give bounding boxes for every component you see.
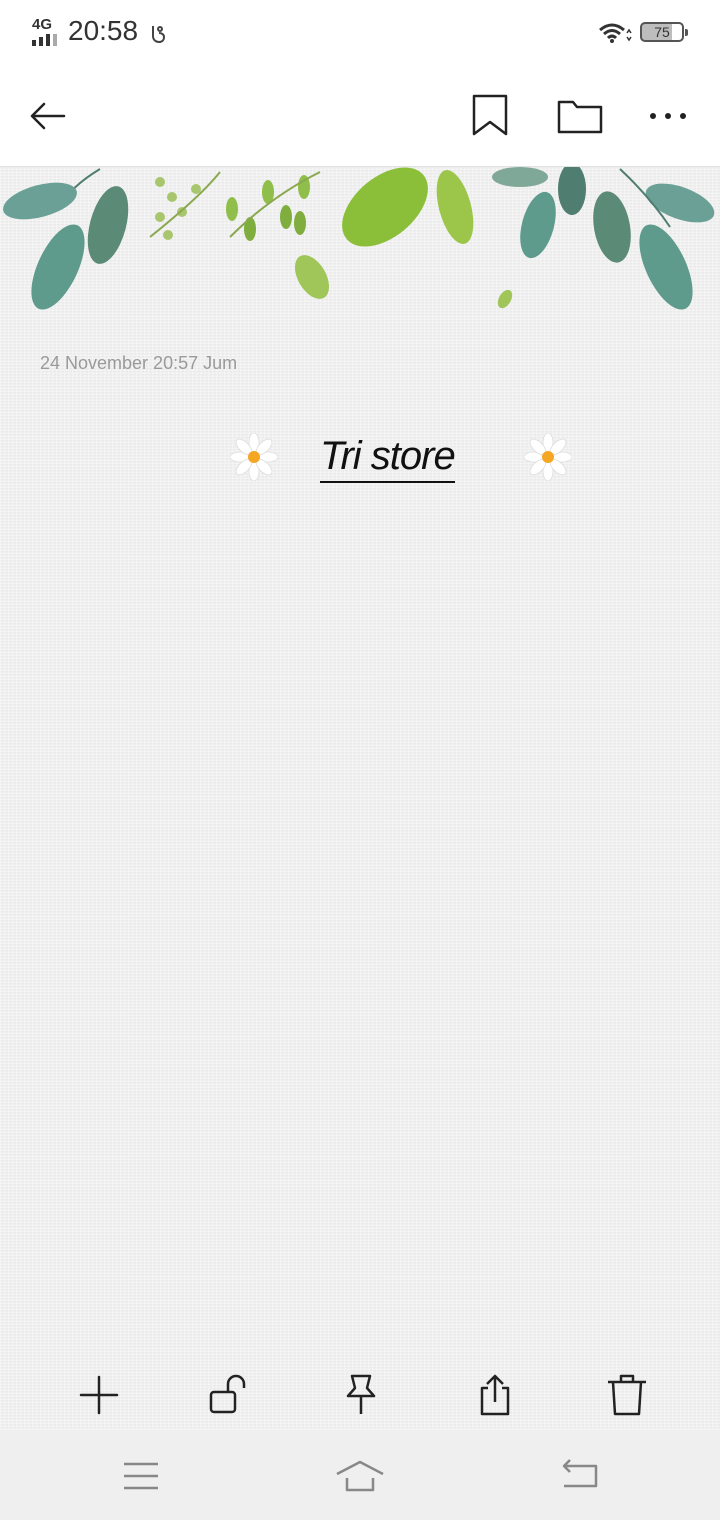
back-nav-button[interactable] [554,1456,604,1496]
note-title[interactable]: Tri store [320,433,456,483]
note-editor[interactable]: 24 November 20:57 Jum Tri store [0,167,720,1430]
back-button[interactable] [24,92,72,140]
home-nav-button[interactable] [335,1456,385,1496]
lock-button[interactable] [206,1372,252,1418]
add-button[interactable] [76,1372,122,1418]
battery-level: 75 [654,24,670,40]
wifi-icon [598,22,632,44]
pin-icon [346,1374,376,1414]
daisy-icon [524,433,572,481]
battery-indicator: 75 [640,22,688,42]
folder-icon [557,100,603,134]
network-type: 4G [32,16,53,33]
home-icon [336,1460,384,1492]
system-nav-bar [0,1430,720,1520]
note-title-row: Tri store [0,429,720,489]
note-action-bar [0,1360,720,1430]
pin-button[interactable] [338,1372,384,1418]
share-icon [480,1374,510,1416]
more-icon [650,113,686,119]
bookmark-button[interactable] [466,92,514,140]
more-options-button[interactable] [644,92,692,140]
gesture-icon [146,22,168,44]
menu-icon [124,1462,158,1490]
daisy-icon [230,433,278,481]
share-button[interactable] [472,1372,518,1418]
leaf-decoration [3,167,715,310]
status-bar: 4G 20:58 75 [0,0,720,66]
unlock-icon [209,1374,246,1414]
note-toolbar [0,66,720,167]
note-date: 24 November 20:57 Jum [40,353,238,373]
bookmark-icon [472,94,508,136]
plus-icon [79,1375,119,1415]
arrow-left-icon [30,102,66,130]
delete-button[interactable] [604,1372,650,1418]
back-icon [562,1459,598,1488]
menu-nav-button[interactable] [116,1456,166,1496]
signal-icon: 4G [30,16,62,46]
folder-button[interactable] [556,92,604,140]
clock: 20:58 [68,15,139,46]
trash-icon [608,1374,646,1416]
